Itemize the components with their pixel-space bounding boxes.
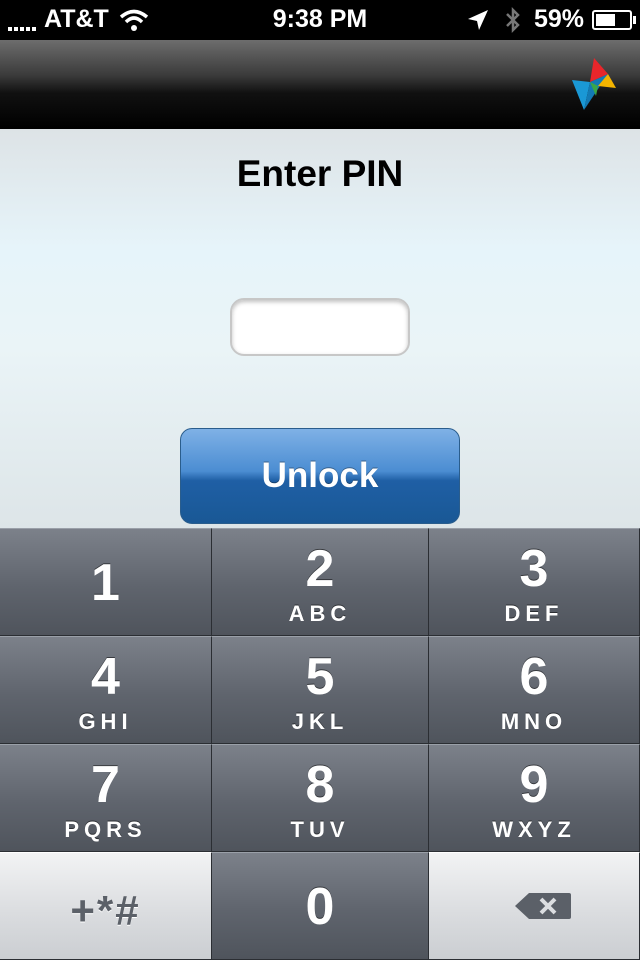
key-1-number: 1 bbox=[91, 554, 120, 612]
numeric-keypad: 1 2 ABC 3 DEF 4 GHI 5 JKL 6 MNO 7 PQRS 8… bbox=[0, 528, 640, 960]
key-6-letters: MNO bbox=[500, 709, 568, 734]
symbols-key[interactable]: +*# bbox=[0, 852, 212, 960]
pin-entry-panel: Enter PIN Unlock bbox=[0, 129, 640, 528]
key-5-letters: JKL bbox=[291, 709, 349, 734]
app-logo-icon bbox=[572, 58, 616, 110]
key-7-number: 7 bbox=[91, 756, 120, 814]
key-2[interactable]: 2 ABC bbox=[212, 528, 429, 636]
backspace-key[interactable] bbox=[429, 852, 640, 960]
key-9[interactable]: 9 WXYZ bbox=[429, 744, 640, 852]
page-title: Enter PIN bbox=[236, 153, 404, 194]
key-8-number: 8 bbox=[305, 756, 335, 814]
key-6-number: 6 bbox=[519, 648, 549, 706]
key-2-letters: ABC bbox=[288, 601, 352, 626]
status-right: 59% bbox=[466, 5, 636, 34]
key-7[interactable]: 7 PQRS bbox=[0, 744, 212, 852]
key-8-letters: TUV bbox=[290, 817, 350, 842]
key-0-number: 0 bbox=[305, 878, 335, 936]
unlock-button-label: Unlock bbox=[261, 456, 379, 495]
key-2-number: 2 bbox=[305, 540, 335, 598]
key-0[interactable]: 0 bbox=[212, 852, 429, 960]
key-7-letters: PQRS bbox=[64, 817, 147, 842]
battery-percent: 59% bbox=[533, 5, 584, 33]
key-4-letters: GHI bbox=[78, 709, 133, 734]
key-6[interactable]: 6 MNO bbox=[429, 636, 640, 744]
key-3[interactable]: 3 DEF bbox=[429, 528, 640, 636]
key-3-number: 3 bbox=[519, 540, 549, 598]
key-5[interactable]: 5 JKL bbox=[212, 636, 429, 744]
key-5-number: 5 bbox=[305, 648, 335, 706]
key-9-number: 9 bbox=[519, 756, 549, 814]
bluetooth-icon bbox=[506, 6, 520, 33]
status-bar: AT&T 9:38 PM 59% bbox=[0, 0, 640, 40]
backspace-icon bbox=[515, 893, 571, 919]
key-3-letters: DEF bbox=[504, 601, 564, 626]
key-4[interactable]: 4 GHI bbox=[0, 636, 212, 744]
pin-input[interactable] bbox=[230, 298, 410, 356]
unlock-button[interactable]: Unlock bbox=[180, 428, 460, 524]
key-9-letters: WXYZ bbox=[492, 817, 576, 842]
navigation-bar bbox=[0, 40, 640, 129]
key-8[interactable]: 8 TUV bbox=[212, 744, 429, 852]
battery-icon bbox=[592, 9, 636, 30]
location-icon bbox=[467, 9, 488, 30]
symbols-key-label: +*# bbox=[70, 887, 141, 934]
key-4-number: 4 bbox=[91, 648, 120, 706]
key-1[interactable]: 1 bbox=[0, 528, 212, 636]
